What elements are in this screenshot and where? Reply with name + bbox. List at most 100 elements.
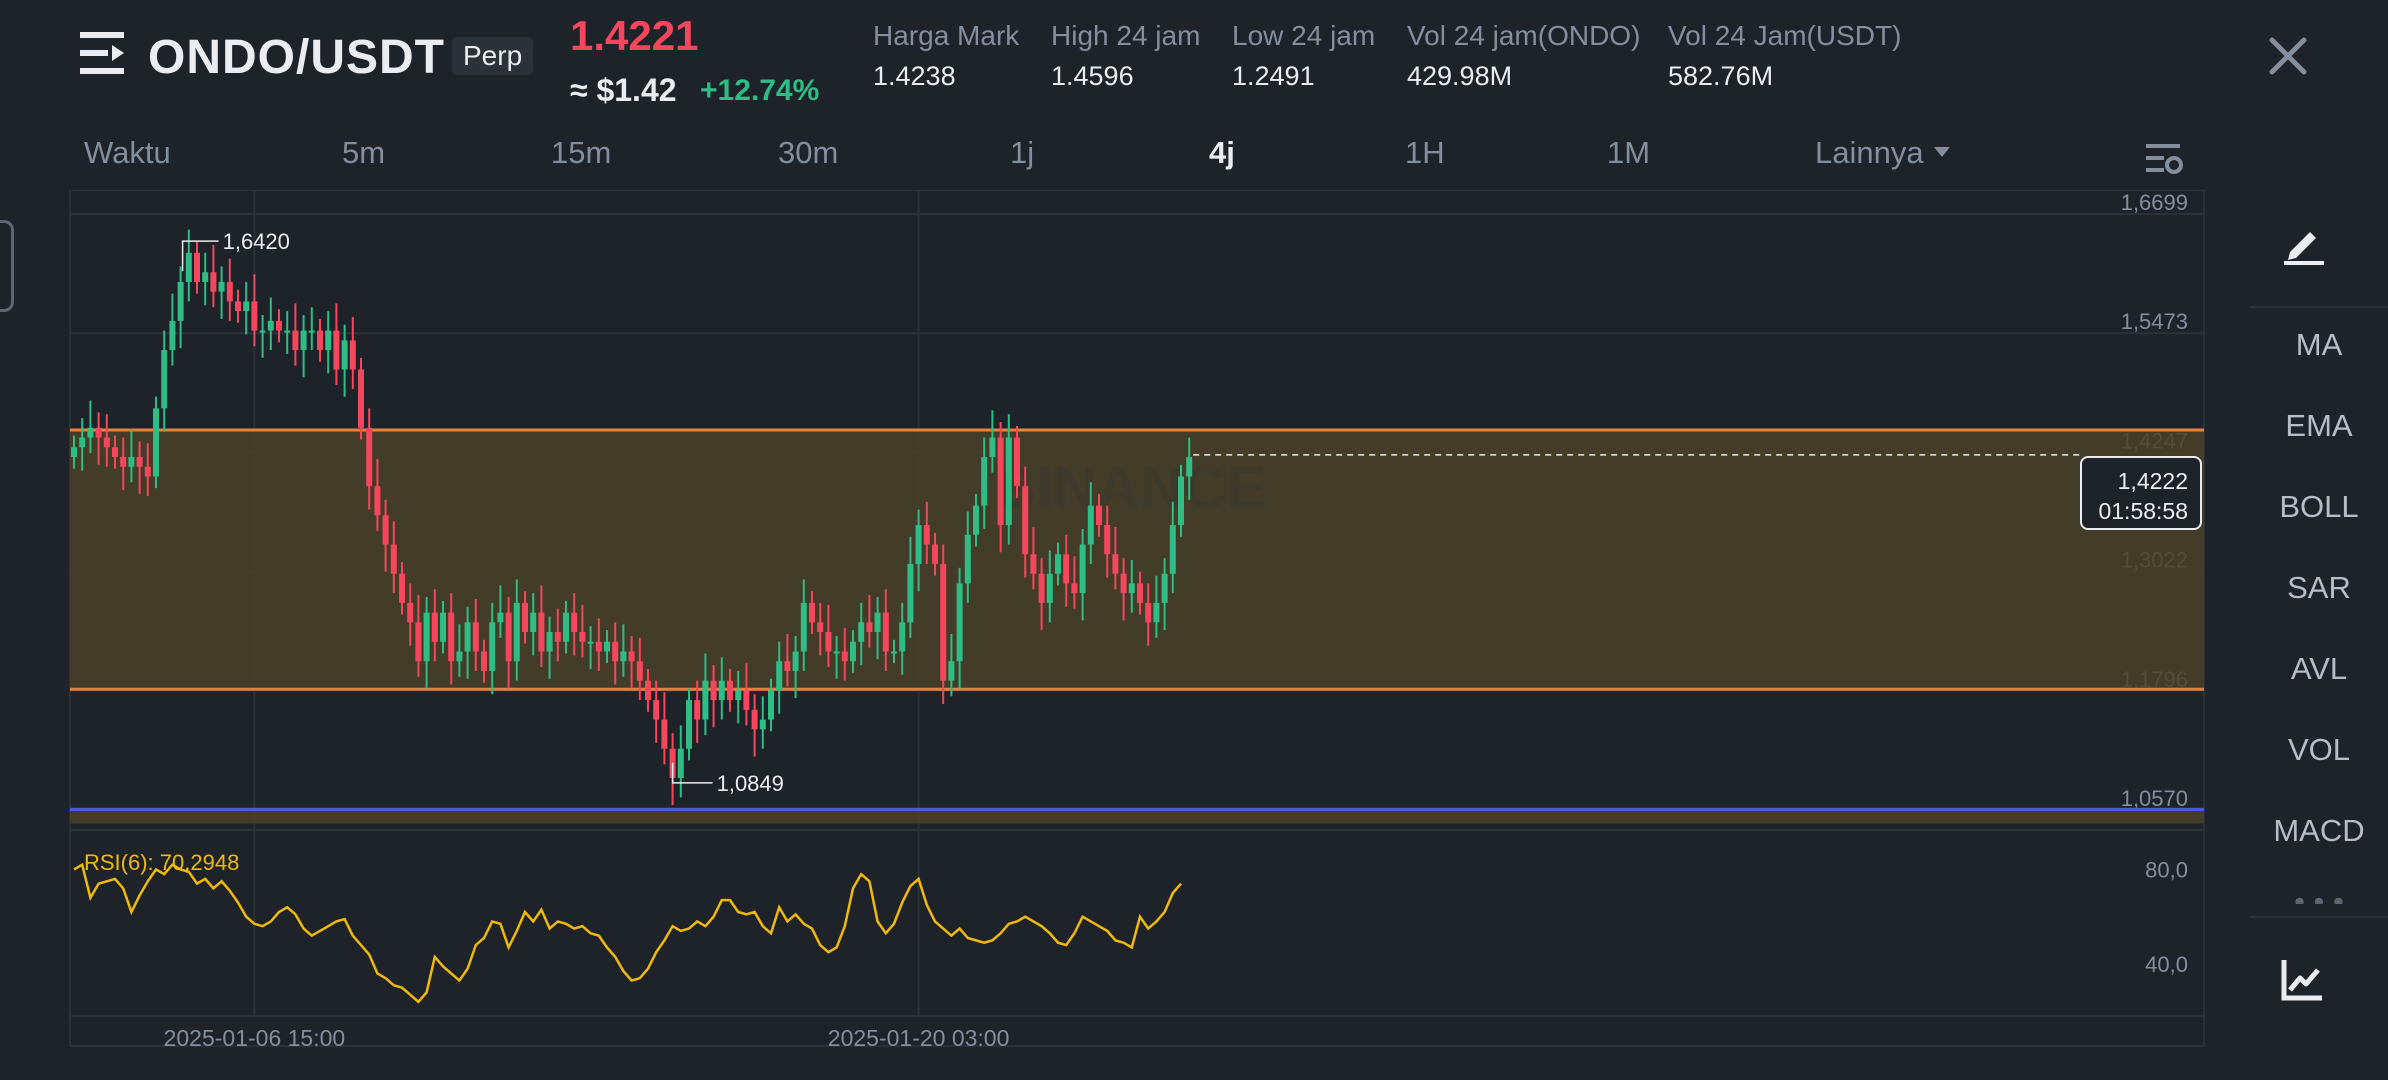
menu-list-icon[interactable] <box>80 32 126 74</box>
candle-body <box>1005 437 1012 526</box>
candle-body <box>694 700 701 720</box>
candle-body <box>456 651 463 662</box>
trading-pair-title[interactable]: ONDO/USDT <box>148 30 445 85</box>
candle-body <box>103 437 110 448</box>
y-axis-label: 1,6699 <box>2121 190 2188 215</box>
candle-body <box>784 661 791 671</box>
candle-body <box>1145 602 1152 623</box>
low-marker-label: 1,0849 <box>717 771 784 796</box>
tab-time[interactable]: Waktu <box>84 135 171 171</box>
tab-more[interactable]: Lainnya <box>1815 135 1950 171</box>
tab-1j[interactable]: 1j <box>1010 135 1034 171</box>
candle-body <box>1178 476 1184 526</box>
candle-body <box>112 447 118 458</box>
y-axis-label: 1,5473 <box>2121 309 2188 334</box>
candle-body <box>841 651 848 662</box>
candle-body <box>308 330 315 333</box>
candle-body <box>735 690 742 701</box>
candle-body <box>325 330 332 351</box>
candle-body <box>727 680 733 701</box>
candle-body <box>431 612 438 642</box>
candle-body <box>1186 457 1193 477</box>
candle-body <box>800 602 807 652</box>
candle-body <box>809 602 815 623</box>
stat-value: 429.98M <box>1407 61 1513 91</box>
candle-body <box>948 661 955 681</box>
candle-body <box>202 272 209 282</box>
candle-body <box>645 680 651 701</box>
stat-value: 1.4238 <box>873 61 956 91</box>
candle-body <box>710 680 717 701</box>
indicator-macd[interactable]: MACD <box>2250 813 2388 849</box>
binance-watermark: BINANCE <box>993 454 1266 521</box>
rsi-axis-label: 40,0 <box>2145 952 2188 977</box>
high-marker-label: 1,6420 <box>223 229 290 254</box>
candle-body <box>1120 573 1127 594</box>
candle-body <box>513 602 520 662</box>
candle-body <box>858 622 865 642</box>
rsi-line <box>73 862 1182 1004</box>
tab-1m[interactable]: 1M <box>1607 135 1650 171</box>
rsi-axis-label: 80,0 <box>2145 857 2188 882</box>
close-icon[interactable] <box>2266 34 2310 78</box>
candle-body <box>235 301 241 312</box>
tab-15m[interactable]: 15m <box>551 135 611 171</box>
tab-5m[interactable]: 5m <box>342 135 385 171</box>
edit-draw-icon[interactable] <box>2282 222 2326 266</box>
stat-low-24h: Low 24 jam 1.2491 <box>1232 20 1375 92</box>
candle-body <box>768 690 774 720</box>
ticker-header: ONDO/USDT Perp 1.4221 ≈ $1.42 +12.74% Ha… <box>0 0 2388 125</box>
candle-body <box>751 709 758 730</box>
toolbar-divider <box>2250 916 2388 918</box>
tab-30m[interactable]: 30m <box>778 135 838 171</box>
candle-body <box>874 612 881 633</box>
candle-body <box>399 573 405 603</box>
candle-body <box>718 680 725 701</box>
indicator-ema[interactable]: EMA <box>2250 408 2388 444</box>
tab-4j[interactable]: 4j <box>1209 135 1235 171</box>
chart-trend-icon[interactable] <box>2280 958 2324 1002</box>
candle-body <box>87 427 94 438</box>
candle-body <box>333 330 340 370</box>
candle-body <box>882 612 889 652</box>
candle-body <box>489 622 496 671</box>
caret-down-icon <box>1933 147 1950 157</box>
candlestick-chart[interactable]: 1,66991,54731,42471,30221,17961,05702025… <box>0 190 2240 1080</box>
perp-badge: Perp <box>452 37 534 75</box>
candle-body <box>153 408 159 477</box>
candle-body <box>1128 583 1135 594</box>
candle-body <box>1071 583 1078 594</box>
tab-1h[interactable]: 1H <box>1405 135 1445 171</box>
candle-body <box>743 690 750 710</box>
candle-body <box>1038 573 1045 603</box>
candle-body <box>1096 505 1102 526</box>
candle-body <box>997 437 1004 526</box>
candle-body <box>472 622 479 652</box>
candle-body <box>505 612 512 662</box>
indicator-boll[interactable]: BOLL <box>2250 489 2388 525</box>
candle-body <box>374 486 381 516</box>
candle-body <box>989 437 996 458</box>
candle-body <box>243 301 250 312</box>
indicator-more-clipped[interactable]: • • • <box>2250 890 2388 904</box>
candle-body <box>1112 554 1119 574</box>
chart-settings-icon[interactable] <box>2144 140 2184 180</box>
candle-body <box>661 719 668 749</box>
x-axis-label: 2025-01-20 03:00 <box>828 1025 1010 1051</box>
indicator-sar[interactable]: SAR <box>2250 570 2388 606</box>
candle-body <box>546 632 553 652</box>
candle-body <box>571 612 578 633</box>
candle-body <box>530 612 537 633</box>
candle-body <box>341 340 348 370</box>
indicator-ma[interactable]: MA <box>2250 327 2388 363</box>
candle-body <box>136 457 143 467</box>
candle-body <box>932 544 938 564</box>
candle-body <box>776 661 783 691</box>
usd-price: ≈ $1.42 <box>570 72 677 108</box>
indicator-vol[interactable]: VOL <box>2250 732 2388 768</box>
candle-body <box>686 700 692 749</box>
indicator-avl[interactable]: AVL <box>2250 651 2388 687</box>
current-price-flag: 1,4222 01:58:58 <box>2080 456 2202 530</box>
candle-body <box>899 622 906 652</box>
candle-body <box>677 748 684 778</box>
